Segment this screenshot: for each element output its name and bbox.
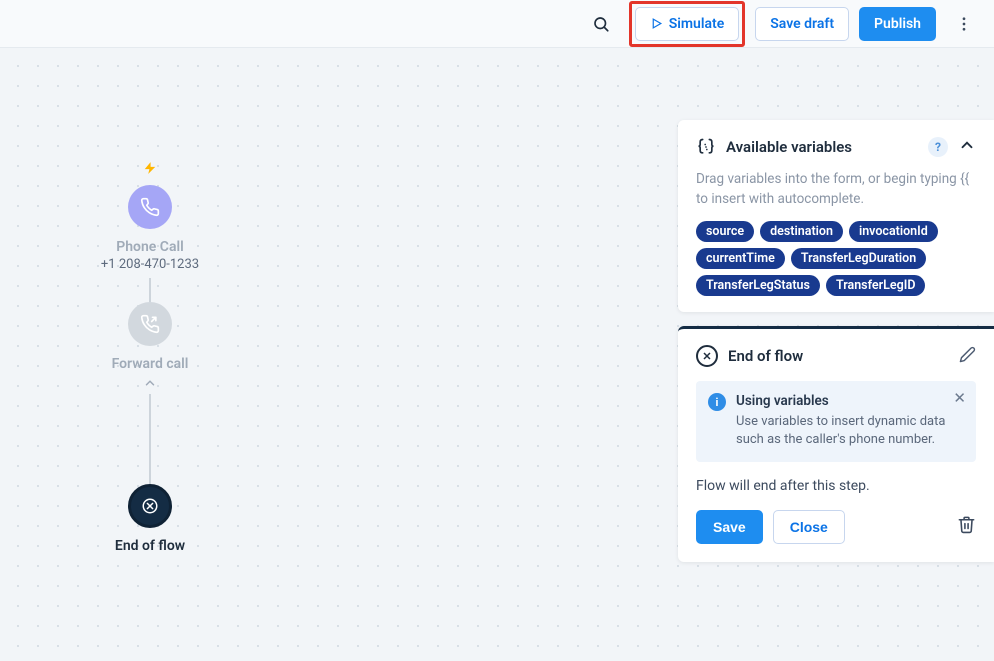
end-panel-title: End of flow xyxy=(728,347,949,365)
end-icon xyxy=(141,497,159,515)
close-button[interactable]: Close xyxy=(773,510,845,544)
save-draft-button[interactable]: Save draft xyxy=(755,7,849,41)
variable-chip[interactable]: source xyxy=(696,221,754,242)
simulate-label: Simulate xyxy=(669,16,725,32)
info-box: i Using variables Use variables to inser… xyxy=(696,381,976,461)
save-draft-label: Save draft xyxy=(770,16,834,32)
more-menu-button[interactable] xyxy=(946,6,982,42)
phone-call-node[interactable] xyxy=(128,185,172,229)
flow-canvas[interactable]: Phone Call +1 208-470-1233 Forward call … xyxy=(0,48,994,661)
variable-chip[interactable]: TransferLegStatus xyxy=(696,275,820,296)
trigger-icon xyxy=(143,160,157,179)
variables-panel-title: Available variables xyxy=(726,138,918,156)
forward-call-title: Forward call xyxy=(112,356,189,372)
search-icon xyxy=(592,15,610,33)
help-button[interactable]: ? xyxy=(928,137,948,157)
variable-chip[interactable]: currentTime xyxy=(696,248,785,269)
edit-button[interactable] xyxy=(959,346,976,367)
search-button[interactable] xyxy=(583,6,619,42)
side-panels: Available variables ? Drag variables int… xyxy=(678,120,994,562)
connector-line xyxy=(149,394,151,484)
variables-panel: Available variables ? Drag variables int… xyxy=(678,120,994,312)
chevron-up-icon xyxy=(958,136,976,154)
variable-chips: source destination invocationId currentT… xyxy=(696,221,976,296)
flow-column: Phone Call +1 208-470-1233 Forward call … xyxy=(75,160,225,554)
play-icon xyxy=(650,17,663,30)
simulate-highlight: Simulate xyxy=(629,1,746,47)
end-of-flow-node[interactable] xyxy=(128,484,172,528)
variable-chip[interactable]: TransferLegID xyxy=(826,275,926,296)
end-of-flow-panel: ✕ End of flow i Using variables Use vari… xyxy=(678,326,994,561)
forward-call-node[interactable] xyxy=(128,302,172,346)
simulate-button[interactable]: Simulate xyxy=(635,7,740,41)
info-icon: i xyxy=(708,393,726,411)
info-close-button[interactable]: ✕ xyxy=(953,389,966,407)
end-panel-icon: ✕ xyxy=(696,345,718,367)
forward-call-icon xyxy=(140,314,160,334)
save-label: Save xyxy=(713,519,746,535)
info-title: Using variables xyxy=(736,393,964,409)
variables-panel-description: Drag variables into the form, or begin t… xyxy=(696,170,976,209)
panel-actions: Save Close xyxy=(696,510,976,544)
save-button[interactable]: Save xyxy=(696,510,763,544)
header-toolbar: Simulate Save draft Publish xyxy=(0,0,994,48)
end-panel-message: Flow will end after this step. xyxy=(696,478,976,494)
collapse-button[interactable] xyxy=(958,136,976,158)
expand-chevron[interactable] xyxy=(143,376,157,394)
variables-icon xyxy=(696,137,716,157)
publish-button[interactable]: Publish xyxy=(859,7,936,41)
close-label: Close xyxy=(790,519,828,535)
pencil-icon xyxy=(959,346,976,363)
connector-line xyxy=(149,278,151,302)
phone-call-number: +1 208-470-1233 xyxy=(101,257,199,272)
variable-chip[interactable]: TransferLegDuration xyxy=(791,248,926,269)
phone-icon xyxy=(140,197,160,217)
chevron-up-icon xyxy=(143,376,157,390)
end-of-flow-title: End of flow xyxy=(115,538,185,554)
info-text: Use variables to insert dynamic data suc… xyxy=(736,413,964,449)
variable-chip[interactable]: destination xyxy=(760,221,843,242)
variable-chip[interactable]: invocationId xyxy=(849,221,938,242)
trash-icon xyxy=(957,515,976,534)
phone-call-title: Phone Call xyxy=(116,239,184,255)
delete-button[interactable] xyxy=(957,515,976,538)
publish-label: Publish xyxy=(874,16,921,32)
more-vertical-icon xyxy=(955,15,973,33)
